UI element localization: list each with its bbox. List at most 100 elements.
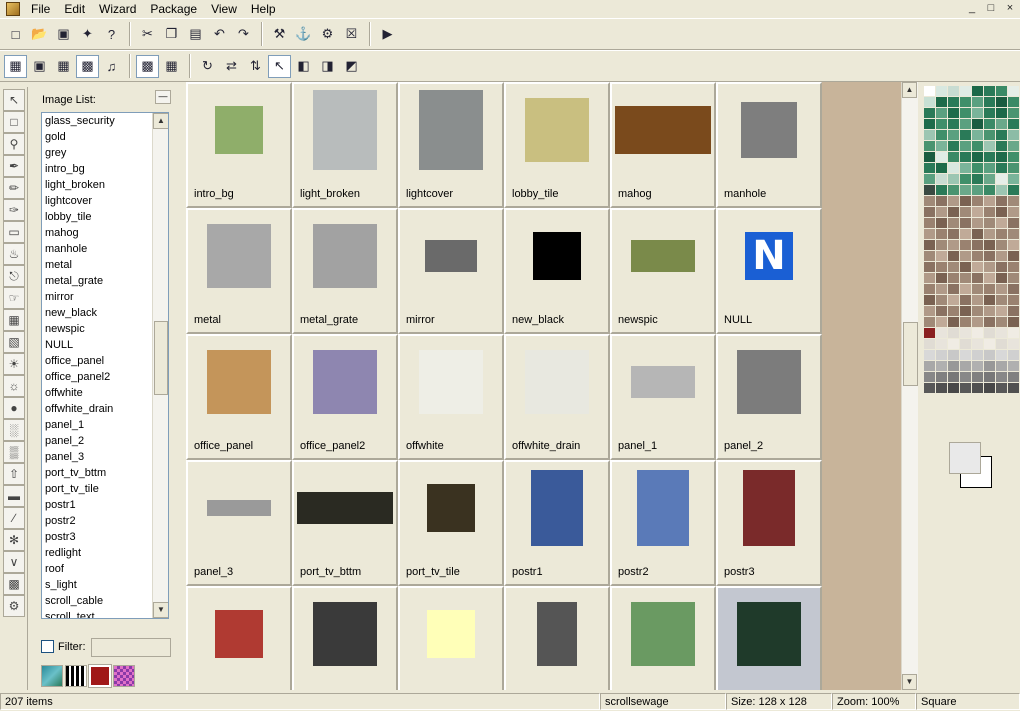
upload-tool-icon[interactable]: ⇧ xyxy=(3,463,25,485)
palette-swatch[interactable] xyxy=(996,372,1008,383)
palette-swatch[interactable] xyxy=(948,218,960,229)
texture-tile[interactable] xyxy=(398,586,504,690)
palette-swatch[interactable] xyxy=(1008,207,1020,218)
image-list-item[interactable]: grey xyxy=(42,145,154,161)
grid-view-icon[interactable]: ▦ xyxy=(52,55,75,78)
palette-swatch[interactable] xyxy=(996,130,1008,141)
image-list-item[interactable]: postr3 xyxy=(42,529,154,545)
palette-swatch[interactable] xyxy=(996,273,1008,284)
image-list-scrollbar[interactable]: ▲ ▼ xyxy=(152,113,168,618)
fill-tool-icon[interactable]: ♨ xyxy=(3,243,25,265)
palette-swatch[interactable] xyxy=(972,152,984,163)
palette-swatch[interactable] xyxy=(1008,229,1020,240)
palette-swatch[interactable] xyxy=(996,163,1008,174)
paste-icon[interactable]: ▤ xyxy=(184,23,207,46)
undo-icon[interactable]: ↶ xyxy=(208,23,231,46)
image-list-item[interactable]: lobby_tile xyxy=(42,209,154,225)
texture-tile[interactable]: newspic xyxy=(610,208,716,334)
palette-swatch[interactable] xyxy=(996,251,1008,262)
palette-swatch[interactable] xyxy=(996,218,1008,229)
palette-swatch[interactable] xyxy=(960,372,972,383)
palette-swatch[interactable] xyxy=(948,86,960,97)
image-list-item[interactable]: metal_grate xyxy=(42,273,154,289)
palette-swatch[interactable] xyxy=(924,328,936,339)
palette-swatch[interactable] xyxy=(984,273,996,284)
align-top-icon[interactable]: ◩ xyxy=(340,55,363,78)
palette-swatch[interactable] xyxy=(984,339,996,350)
palette-swatch[interactable] xyxy=(1008,141,1020,152)
palette-swatch[interactable] xyxy=(960,317,972,328)
palette-swatch[interactable] xyxy=(936,284,948,295)
texture-tile[interactable]: panel_1 xyxy=(610,334,716,460)
image-list-item[interactable]: mahog xyxy=(42,225,154,241)
palette-swatch[interactable] xyxy=(972,339,984,350)
palette-swatch[interactable] xyxy=(960,339,972,350)
palette-swatch[interactable] xyxy=(948,383,960,394)
palette-swatch[interactable] xyxy=(972,108,984,119)
palette-swatch[interactable] xyxy=(984,295,996,306)
palette-swatch[interactable] xyxy=(972,295,984,306)
sun-tool-icon[interactable]: ☼ xyxy=(3,375,25,397)
settings-tool-icon[interactable]: ⚙ xyxy=(3,595,25,617)
scroll-down-arrow-icon[interactable]: ▼ xyxy=(153,602,168,618)
palette-swatch[interactable] xyxy=(960,174,972,185)
palette-swatch[interactable] xyxy=(936,86,948,97)
save-icon[interactable]: ▣ xyxy=(52,23,75,46)
image-list-item[interactable]: panel_2 xyxy=(42,433,154,449)
palette-swatch[interactable] xyxy=(1008,361,1020,372)
palette-swatch[interactable] xyxy=(924,163,936,174)
palette-swatch[interactable] xyxy=(960,119,972,130)
palette-swatch[interactable] xyxy=(984,152,996,163)
texture-tile[interactable]: manhole xyxy=(716,82,822,208)
palette-swatch[interactable] xyxy=(948,174,960,185)
texture-tile[interactable]: postr1 xyxy=(504,460,610,586)
palette-swatch[interactable] xyxy=(924,251,936,262)
menu-edit[interactable]: Edit xyxy=(57,0,92,18)
palette-swatch[interactable] xyxy=(972,185,984,196)
palette-swatch[interactable] xyxy=(972,262,984,273)
grid-scrollbar[interactable]: ▲ ▼ xyxy=(901,82,918,690)
palette-swatch[interactable] xyxy=(984,240,996,251)
palette-swatch[interactable] xyxy=(936,174,948,185)
palette-swatch[interactable] xyxy=(924,273,936,284)
palette-swatch[interactable] xyxy=(924,284,936,295)
palette-swatch[interactable] xyxy=(1008,251,1020,262)
palette-swatch[interactable] xyxy=(984,174,996,185)
palette-swatch[interactable] xyxy=(972,383,984,394)
palette-swatch[interactable] xyxy=(960,306,972,317)
wizard-icon[interactable]: ✦ xyxy=(76,23,99,46)
palette-swatch[interactable] xyxy=(996,141,1008,152)
palette-swatch[interactable] xyxy=(960,361,972,372)
palette-swatch[interactable] xyxy=(924,339,936,350)
grid-scroll-thumb[interactable] xyxy=(903,322,918,386)
flip-icon[interactable]: ⇄ xyxy=(220,55,243,78)
palette-swatch[interactable] xyxy=(960,108,972,119)
palette-swatch[interactable] xyxy=(936,339,948,350)
eraser-tool-icon[interactable]: ▭ xyxy=(3,221,25,243)
select-tool-icon[interactable]: ↖ xyxy=(3,89,25,111)
palette-swatch[interactable] xyxy=(972,163,984,174)
import-icon[interactable]: ⚒ xyxy=(268,23,291,46)
sound-icon[interactable]: ♫ xyxy=(100,55,123,78)
image-list-item[interactable]: redlight xyxy=(42,545,154,561)
texture-tile[interactable]: panel_2 xyxy=(716,334,822,460)
drop-tool-icon[interactable]: ● xyxy=(3,397,25,419)
image-list-item[interactable]: new_black xyxy=(42,305,154,321)
restore-button[interactable]: □ xyxy=(983,1,999,15)
image-listbox[interactable]: glass_security gold grey intro_bg light_brok… xyxy=(41,112,169,619)
palette-swatch[interactable] xyxy=(960,240,972,251)
palette-swatch[interactable] xyxy=(948,372,960,383)
palette-swatch[interactable] xyxy=(984,372,996,383)
palette-swatch[interactable] xyxy=(924,361,936,372)
palette-swatch[interactable] xyxy=(960,86,972,97)
palette-swatch[interactable] xyxy=(936,196,948,207)
palette-swatch[interactable] xyxy=(972,86,984,97)
scroll-up-arrow-icon[interactable]: ▲ xyxy=(153,113,168,129)
palette-swatch[interactable] xyxy=(948,317,960,328)
image-list-item[interactable]: glass_security xyxy=(42,113,154,129)
palette-swatch[interactable] xyxy=(972,174,984,185)
align-left-icon[interactable]: ◧ xyxy=(292,55,315,78)
texture-tile[interactable]: office_panel2 xyxy=(292,334,398,460)
texture-tile[interactable]: lobby_tile xyxy=(504,82,610,208)
texture-tile[interactable]: panel_3 xyxy=(186,460,292,586)
